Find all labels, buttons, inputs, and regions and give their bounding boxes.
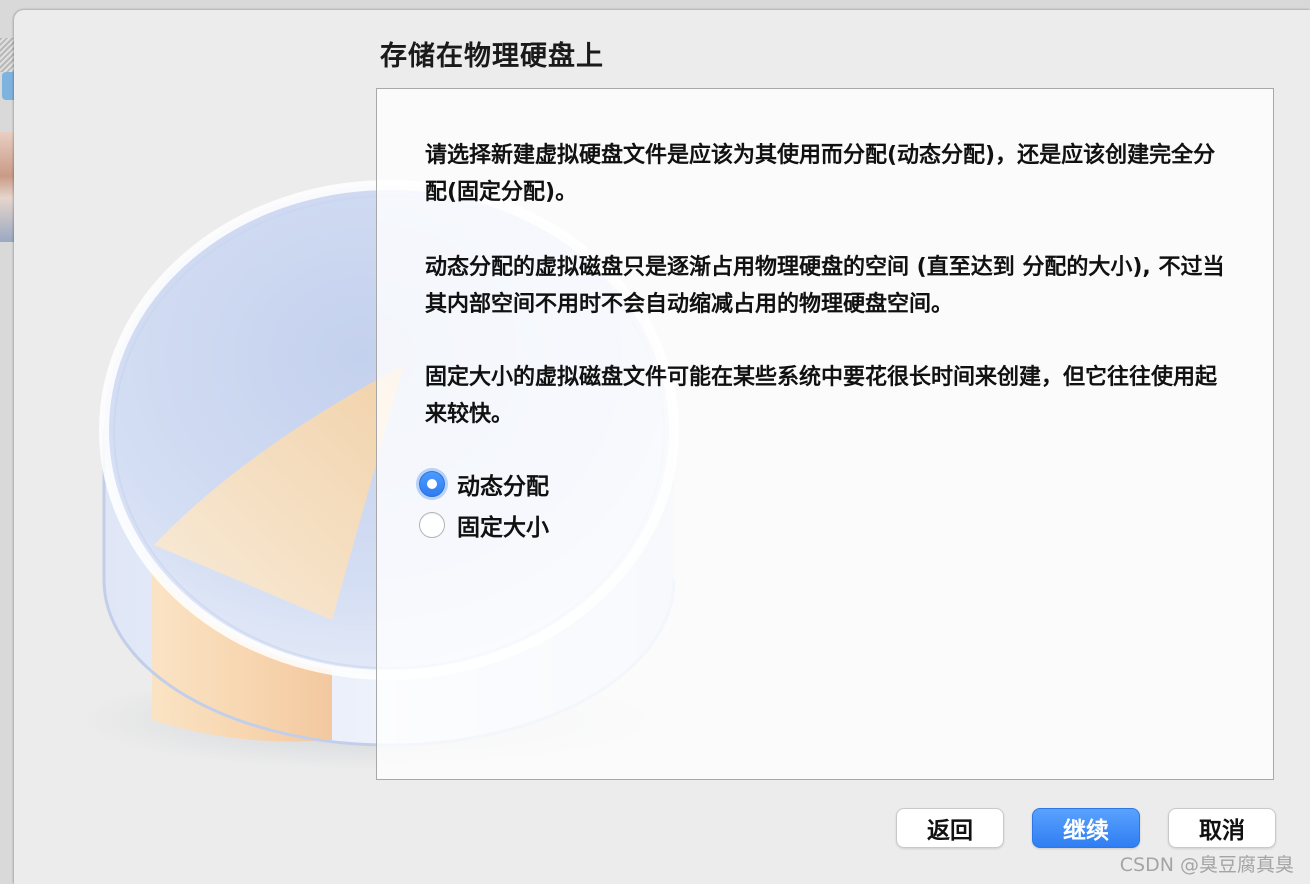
cancel-button[interactable]: 取消 (1168, 808, 1276, 848)
background-toolbar-fragment (0, 38, 14, 72)
description-paragraph-1: 请选择新建虚拟硬盘文件是应该为其使用而分配(动态分配)，还是应该创建完全分配(固… (425, 143, 1216, 205)
description-paragraph-3: 固定大小的虚拟磁盘文件可能在某些系统中要花很长时间来创建，但它往往使用起来较快。 (425, 365, 1218, 427)
radio-option-dynamic[interactable]: 动态分配 (419, 469, 549, 500)
radio-unselected-icon[interactable] (419, 512, 445, 538)
radio-label-dynamic: 动态分配 (457, 474, 549, 500)
description-paragraph-2: 动态分配的虚拟磁盘只是逐渐占用物理硬盘的空间 (直至达到 分配的大小), 不过当… (425, 255, 1225, 317)
page-title: 存储在物理硬盘上 (380, 41, 604, 72)
radio-option-fixed[interactable]: 固定大小 (419, 510, 549, 541)
radio-label-fixed: 固定大小 (457, 515, 549, 541)
continue-button[interactable]: 继续 (1032, 808, 1140, 848)
watermark: CSDN @臭豆腐真臭 (1119, 854, 1294, 876)
radio-selected-icon[interactable] (419, 471, 445, 497)
create-disk-dialog: 存储在物理硬盘上 请选择新建虚拟硬盘文件是应该为其使用而分配(动态分配)，还是应… (14, 10, 1310, 884)
background-image-fragment (0, 132, 14, 242)
back-button[interactable]: 返回 (896, 808, 1004, 848)
background-button-fragment (2, 72, 14, 100)
content-panel: 请选择新建虚拟硬盘文件是应该为其使用而分配(动态分配)，还是应该创建完全分配(固… (376, 88, 1274, 780)
